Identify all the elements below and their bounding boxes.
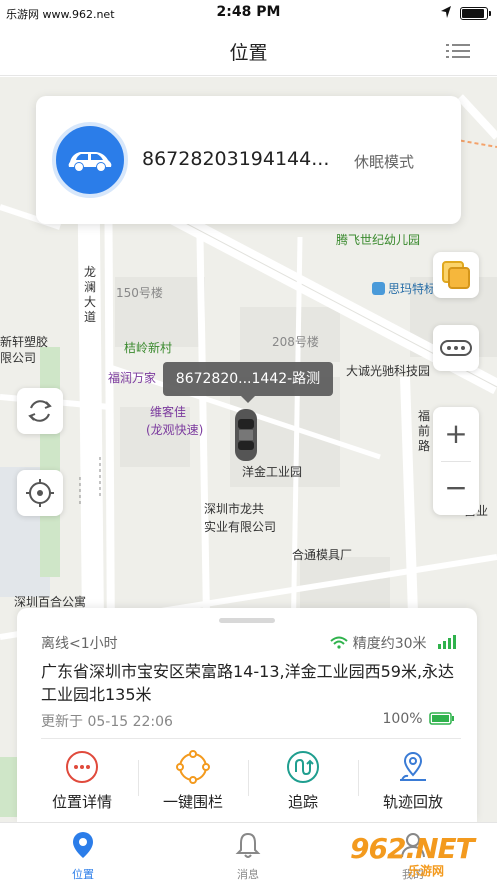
poi-jieling-xincun[interactable]: 桔岭新村 (124, 339, 172, 356)
nav-bar: 位置 (0, 26, 497, 76)
poi-weikejia[interactable]: 维客佳 (150, 403, 186, 420)
bell-icon (235, 832, 261, 858)
poi-simatek[interactable]: 思玛特标 (372, 280, 436, 297)
playback-icon (400, 751, 426, 781)
signal-bars-icon (438, 635, 456, 649)
poi-dacheng[interactable]: 大诚光驰科技园 (346, 362, 430, 379)
playback-button[interactable]: 轨迹回放 (358, 750, 468, 818)
poi-tengfei-kindergarten[interactable]: 腾飞世纪幼儿园 (336, 231, 420, 248)
locate-icon (26, 479, 54, 507)
status-bar: 乐游网 www.962.net 2:48 PM (0, 0, 497, 26)
track-label: 追踪 (287, 793, 318, 811)
battery-status: 100% (383, 711, 455, 727)
geofence-label: 一键围栏 (162, 793, 223, 811)
zoom-out-button[interactable]: − (433, 461, 479, 515)
location-pin-icon (73, 832, 93, 858)
poi-xinxuan-2: 限公司 (0, 351, 37, 365)
poi-yangjin[interactable]: 洋金工业园 (242, 463, 302, 480)
position-detail-icon (66, 751, 98, 783)
wifi-icon (330, 636, 348, 649)
poi-150: 150号楼 (116, 286, 163, 300)
drag-handle[interactable] (219, 618, 275, 623)
poi-208: 208号楼 (272, 335, 319, 349)
address-text: 广东省深圳市宝安区荣富路14-13,洋金工业园西59米,永达工业园北135米 (41, 662, 455, 704)
list-menu-icon[interactable] (446, 41, 470, 61)
layers-button[interactable] (433, 252, 479, 298)
page-title: 位置 (229, 42, 268, 64)
battery-percent: 100% (382, 711, 423, 727)
poi-xinxuan: 新轩塑胶 (0, 335, 49, 349)
location-arrow-icon (441, 6, 451, 18)
vehicle-marker-icon[interactable] (232, 407, 260, 463)
status-time: 2:48 PM (216, 4, 281, 20)
car-icon (52, 122, 128, 198)
poi-building-icon (372, 282, 385, 295)
battery-full-icon (429, 712, 454, 725)
poi-futunwanjia[interactable]: 福润万家 (108, 369, 156, 386)
device-id: 86728203194144... (142, 148, 330, 170)
panel-divider (41, 738, 461, 739)
track-icon (287, 751, 319, 783)
geofence-button[interactable]: 一键围栏 (138, 750, 248, 818)
online-status: 离线<1小时 (41, 636, 118, 652)
playback-label: 轨迹回放 (382, 793, 443, 811)
poi-shenzhen-longgong-2: 实业有限公司 (204, 520, 277, 534)
tab-messages[interactable]: 消息 (203, 831, 293, 882)
zoom-in-button[interactable]: + (433, 407, 479, 461)
more-icon (440, 340, 472, 356)
poi-longlan-dadao: 龙澜大道 (84, 265, 97, 324)
poi-shenzhen-longgong[interactable]: 深圳市龙共 (204, 500, 264, 517)
accuracy-label: 精度约30米 (352, 636, 427, 652)
more-button[interactable] (433, 325, 479, 371)
refresh-icon (28, 400, 52, 422)
device-card[interactable]: 86728203194144... 休眠模式 (36, 96, 461, 224)
watermark-subtext: 乐游网 (408, 864, 445, 878)
poi-weikejia-sub: (龙观快速) (146, 423, 204, 437)
layers-icon (442, 261, 470, 289)
locate-button[interactable] (17, 470, 63, 516)
accuracy: 精度约30米 (330, 633, 459, 653)
battery-icon (460, 7, 491, 20)
zoom-control: + − (433, 407, 479, 515)
tab-location-label: 位置 (72, 868, 94, 881)
position-detail-label: 位置详情 (51, 793, 112, 811)
position-detail-button[interactable]: 位置详情 (27, 750, 137, 818)
watermark-text: 962.NET (350, 832, 475, 865)
watermark-logo: 962.NET 乐游网 (350, 832, 495, 880)
geofence-icon (176, 750, 210, 784)
poi-hetong[interactable]: 合通模具厂 (292, 546, 352, 563)
info-panel: 离线<1小时 精度约30米 广东省深圳市宝安区荣富路14-13,洋金工业园西59… (17, 608, 477, 822)
device-mode: 休眠模式 (354, 153, 415, 171)
tab-messages-label: 消息 (237, 868, 259, 881)
poi-fuqian: 福前路 (418, 409, 431, 453)
refresh-button[interactable] (17, 388, 63, 434)
tab-location[interactable]: 位置 (38, 831, 128, 882)
track-button[interactable]: 追踪 (248, 750, 358, 818)
vehicle-tag[interactable]: 8672820...1442-路测 (163, 362, 333, 403)
update-time: 更新于 05-15 22:06 (41, 714, 173, 730)
